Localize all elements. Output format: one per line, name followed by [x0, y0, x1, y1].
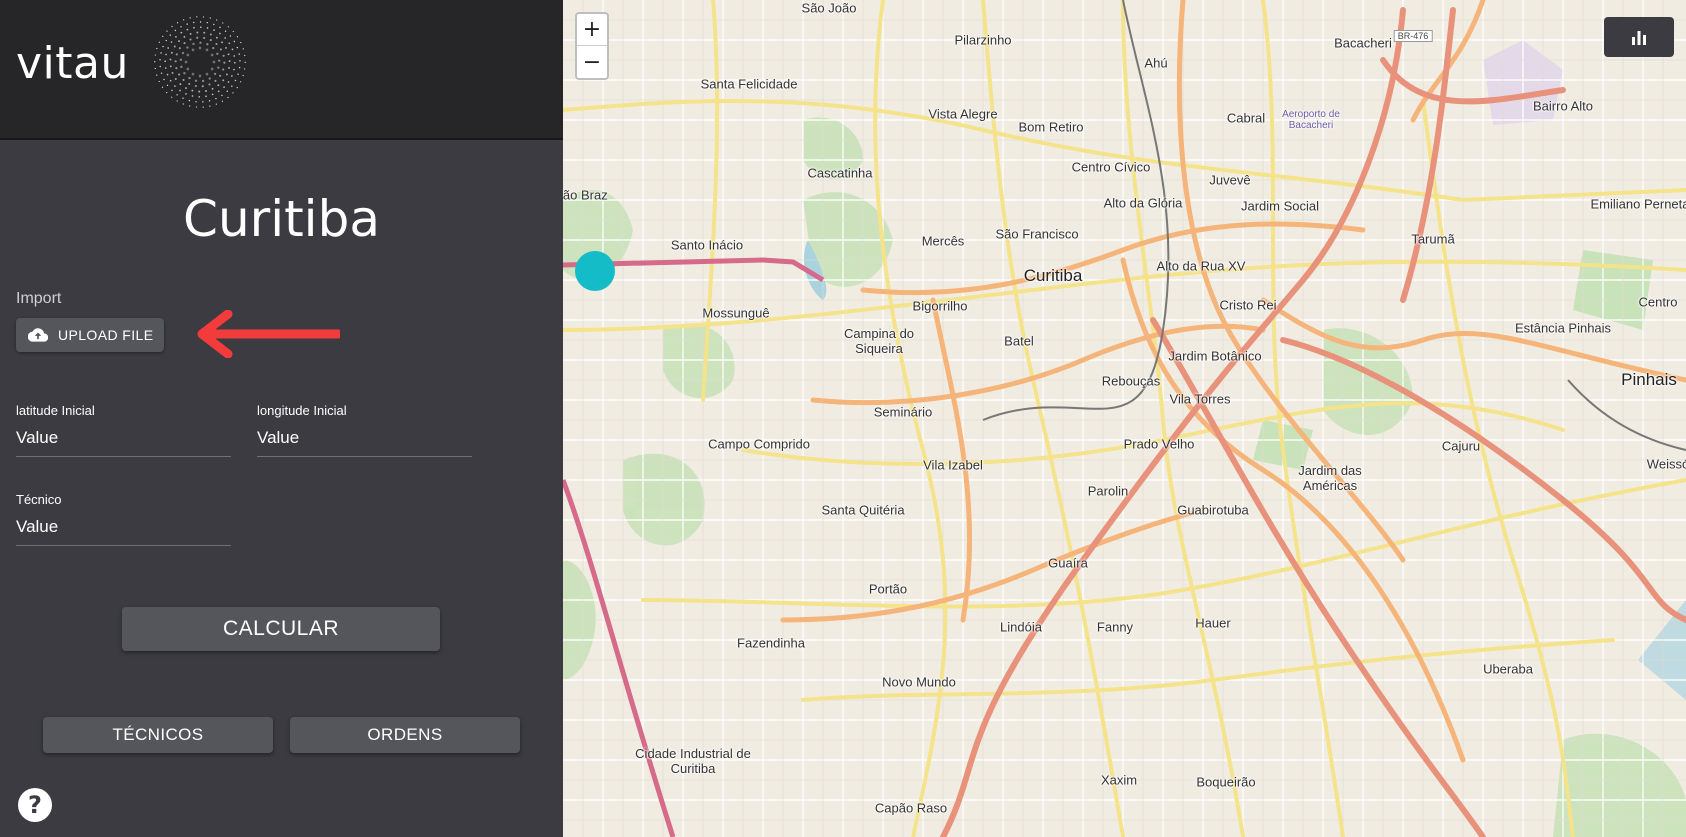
- map-label: Vista Alegre: [928, 106, 998, 122]
- map-label: Cascatinha: [807, 165, 873, 181]
- map-tiles[interactable]: [563, 0, 1686, 837]
- latitude-label: latitude Inicial: [16, 403, 95, 418]
- calcular-button[interactable]: CALCULAR: [122, 607, 440, 651]
- map-label: Lindóia: [1000, 619, 1042, 635]
- map-label: Alto da Glória: [1103, 195, 1183, 211]
- map-label: Batel: [1004, 333, 1034, 349]
- bar-chart-icon: [1632, 31, 1646, 45]
- longitude-input[interactable]: [257, 424, 472, 457]
- brand-logo-icon: [154, 16, 246, 108]
- map-label: Fazendinha: [737, 635, 805, 651]
- sidebar-header: vitau: [0, 0, 563, 140]
- map-label: Juvevê: [1209, 172, 1251, 188]
- map-view[interactable]: + − São João Pilarzinho Ahú Bacacheri Sa…: [563, 0, 1686, 837]
- map-label: Cabral: [1226, 110, 1266, 126]
- map-label: Weissó: [1646, 456, 1686, 472]
- map-label: Centro: [1638, 294, 1678, 310]
- map-label: Portão: [868, 581, 908, 597]
- zoom-control: + −: [575, 12, 609, 80]
- map-label: Cajuru: [1441, 438, 1481, 454]
- map-label: Boqueirão: [1196, 774, 1256, 790]
- map-label: Jardim Botânico: [1168, 348, 1262, 364]
- zoom-out-button[interactable]: −: [577, 46, 607, 78]
- map-label: Cristo Rei: [1219, 297, 1277, 313]
- ordens-button[interactable]: ORDENS: [290, 717, 520, 753]
- map-label: São João: [801, 0, 857, 16]
- map-label: Campo Comprido: [708, 436, 810, 452]
- map-label: Xaxim: [1100, 772, 1138, 788]
- map-label: Hauer: [1195, 615, 1231, 631]
- map-label: Emiliano Perneta: [1590, 196, 1686, 212]
- upload-file-label: UPLOAD FILE: [58, 327, 154, 343]
- map-label: Rebouças: [1101, 373, 1161, 389]
- map-label: Seminário: [873, 404, 933, 420]
- location-marker[interactable]: [575, 251, 615, 291]
- latitude-field: latitude Inicial: [16, 403, 231, 457]
- map-label: Bairro Alto: [1533, 98, 1593, 114]
- map-label: Vila Izabel: [923, 457, 983, 473]
- map-label: Mossunguê: [702, 305, 770, 321]
- map-label: São Braz: [563, 187, 608, 203]
- chart-toggle-button[interactable]: [1604, 17, 1674, 57]
- upload-file-button[interactable]: UPLOAD FILE: [16, 318, 164, 352]
- map-label: Bacacheri: [1334, 35, 1392, 51]
- longitude-field: longitude Inicial: [257, 403, 472, 457]
- tecnico-field: Técnico: [16, 492, 231, 546]
- map-label: Alto da Rua XV: [1156, 258, 1246, 274]
- map-label: Capão Raso: [874, 800, 948, 816]
- sidebar-panel: vitau Curitiba Import UPLOAD FILE latitu…: [0, 0, 563, 837]
- map-label: Guabirotuba: [1177, 502, 1249, 518]
- map-label: Campina do Siqueira: [843, 326, 915, 356]
- map-label: Santa Quitéria: [821, 502, 905, 518]
- red-arrow-icon: [197, 310, 340, 358]
- map-label: Aeroporto de Bacacheri: [1282, 109, 1340, 131]
- map-label: Bom Retiro: [1018, 119, 1084, 135]
- map-label: Novo Mundo: [882, 674, 956, 690]
- map-label: Estância Pinhais: [1514, 320, 1612, 336]
- tecnico-label: Técnico: [16, 492, 62, 507]
- map-label: Pinhais: [1621, 370, 1677, 389]
- help-icon[interactable]: ?: [18, 788, 52, 822]
- tecnico-input[interactable]: [16, 513, 231, 546]
- brand-logo-text: vitau: [16, 38, 129, 89]
- map-label: Curitiba: [1023, 266, 1083, 285]
- longitude-label: longitude Inicial: [257, 403, 347, 418]
- page-title: Curitiba: [183, 190, 380, 248]
- map-label: Cidade Industrial de Curitiba: [635, 746, 751, 776]
- map-label: Vila Torres: [1169, 391, 1231, 407]
- map-label: Fanny: [1096, 619, 1134, 635]
- zoom-in-button[interactable]: +: [577, 14, 607, 46]
- cloud-upload-icon: [28, 328, 48, 342]
- tecnicos-button[interactable]: TÉCNICOS: [43, 717, 273, 753]
- latitude-input[interactable]: [16, 424, 231, 457]
- map-label: Guaíra: [1048, 555, 1088, 571]
- map-label: Parolin: [1087, 483, 1129, 499]
- map-label: Pilarzinho: [954, 32, 1012, 48]
- map-label: Mercês: [921, 233, 965, 249]
- map-label: Ahú: [1144, 55, 1168, 71]
- map-label: Jardim das Américas: [1298, 463, 1362, 493]
- map-label: Uberaba: [1483, 661, 1533, 677]
- map-label: Santo Inácio: [670, 237, 744, 253]
- import-label: Import: [16, 290, 62, 307]
- map-label: Bigorrilho: [912, 298, 968, 314]
- map-label: BR-476: [1393, 30, 1433, 42]
- map-label: Centro Cívico: [1071, 159, 1151, 175]
- map-label: Tarumã: [1411, 231, 1455, 247]
- map-label: Santa Felicidade: [700, 76, 798, 92]
- map-label: Jardim Social: [1240, 198, 1320, 214]
- map-label: São Francisco: [995, 226, 1079, 242]
- map-label: Prado Velho: [1123, 436, 1195, 452]
